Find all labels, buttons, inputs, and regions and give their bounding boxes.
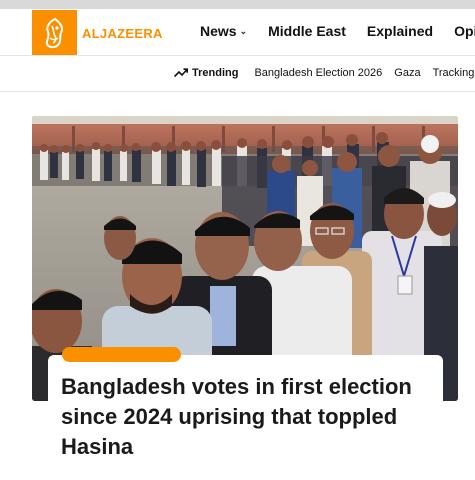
nav-item-label: Middle East (268, 23, 346, 39)
category-tag (62, 347, 181, 362)
nav-item-label: Opinio (454, 23, 475, 39)
trending-link-tracking[interactable]: Tracking Isra (433, 67, 475, 79)
browser-top-strip (0, 0, 475, 9)
trending-link-gaza[interactable]: Gaza (394, 67, 420, 79)
trending-link-bangladesh[interactable]: Bangladesh Election 2026 (254, 67, 382, 79)
trending-label: Trending (192, 67, 239, 79)
logo-wordmark[interactable]: ALJAZEERA (82, 26, 163, 41)
chevron-down-icon: ⌄ (239, 25, 248, 36)
site-header: ALJAZEERA News ⌄ Middle East Explained O… (0, 9, 475, 56)
nav-item-label: Explained (366, 23, 434, 39)
nav-item-opinion[interactable]: Opinio (454, 23, 475, 39)
nav-item-label: News (200, 23, 237, 39)
nav-item-explained[interactable]: Explained (367, 23, 433, 39)
aljazeera-logo-icon[interactable] (32, 10, 77, 55)
hero-headline[interactable]: Bangladesh votes in first election since… (61, 372, 431, 462)
nav-item-middle-east[interactable]: Middle East (268, 23, 346, 39)
nav-item-news[interactable]: News ⌄ (200, 23, 247, 39)
trending-bar: Trending Bangladesh Election 2026 Gaza T… (0, 56, 475, 92)
main-nav: News ⌄ Middle East Explained Opinio (200, 23, 475, 39)
trending-up-icon (174, 68, 188, 78)
